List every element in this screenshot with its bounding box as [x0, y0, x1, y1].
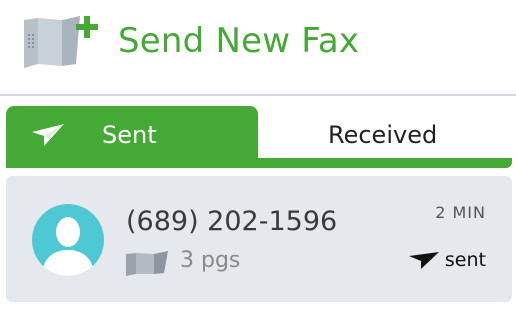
page-title[interactable]: Send New Fax [118, 18, 359, 64]
fax-status-label: sent [444, 249, 486, 271]
paper-plane-icon [32, 124, 64, 146]
header-divider [0, 94, 516, 96]
fax-status: sent [408, 246, 486, 274]
tab-bar: Sent Received [6, 106, 512, 168]
tab-received-label: Received [328, 121, 438, 149]
fax-add-icon[interactable] [22, 14, 104, 72]
fax-page-count: 3 pgs [180, 248, 241, 273]
user-avatar-icon [32, 204, 104, 276]
app-header: Send New Fax [0, 0, 516, 94]
fax-pages-icon [126, 251, 168, 276]
fax-timestamp: 2 MIN [435, 203, 486, 222]
paper-plane-icon [408, 252, 439, 269]
fax-phone-number: (689) 202-1596 [126, 206, 338, 237]
tab-sent-label: Sent [102, 121, 157, 149]
tab-active-underline [6, 158, 512, 168]
tab-received[interactable]: Received [258, 106, 512, 158]
fax-list-item[interactable]: (689) 202-1596 3 pgs 2 MIN sent [6, 176, 512, 302]
